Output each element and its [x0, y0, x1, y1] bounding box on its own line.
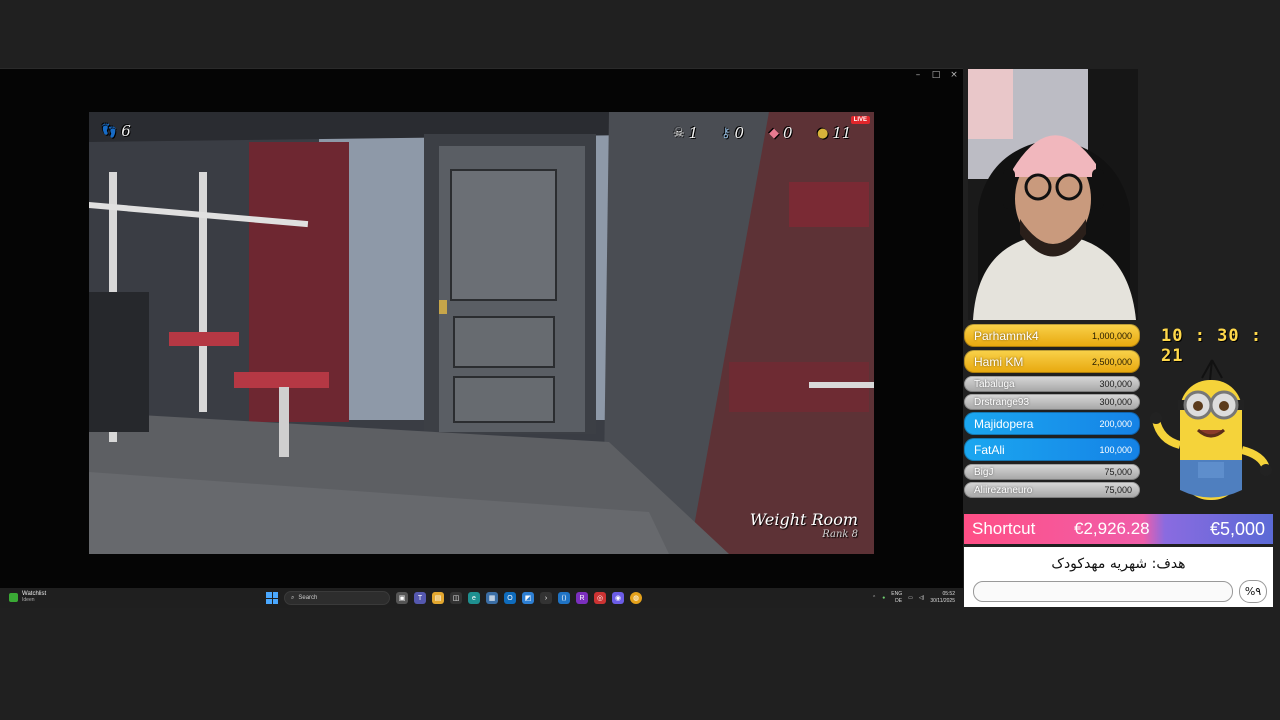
donor-amount: 200,000 [1099, 418, 1132, 429]
microphone-icon[interactable]: ● [882, 595, 885, 601]
widget-subtitle: Ideen [22, 597, 35, 603]
donor-amount: 300,000 [1099, 379, 1132, 389]
lang-bottom: DE [895, 598, 903, 604]
leaderboard-row: Majidopera 200,000 [964, 412, 1140, 435]
room-rank: Rank 8 [822, 529, 858, 540]
network-icon[interactable]: ▭ [908, 595, 913, 601]
start-icon[interactable] [266, 592, 278, 604]
lang-top: ENG [891, 591, 903, 597]
key-icon: ⚷ [721, 125, 731, 141]
outlook-icon[interactable]: O [504, 592, 516, 604]
hud-skulls: ☠ 1 [673, 124, 698, 142]
window-controls: – □ × [913, 70, 959, 80]
recorder-icon[interactable]: ◎ [594, 592, 606, 604]
chrome-icon[interactable]: ◍ [630, 592, 642, 604]
room-label: Weight Room Rank 8 [750, 510, 858, 540]
volume-icon[interactable]: ◁) [919, 595, 925, 601]
donor-amount: 2,500,000 [1091, 356, 1132, 367]
tray-date: 30/11/2025 [930, 598, 955, 604]
donor-leaderboard: Parhammk4 1,000,000 Hami KM 2,500,000 Ta… [964, 324, 1140, 500]
webcam-image [968, 69, 1138, 320]
taskbar-widget[interactable]: Watchlist Ideen [9, 591, 46, 603]
screen: – □ × 👣 6 ☠ 1 ⚷ 0 ◆ 0 ● 11 LIVE Weight R… [0, 0, 1280, 720]
donation-current: €2,926.28 [1074, 519, 1150, 538]
taskbar-search[interactable]: ⌕ Search [284, 591, 390, 605]
webcam-feed [968, 69, 1138, 320]
donor-name: FatAli [974, 442, 1005, 457]
room-name: Weight Room [749, 510, 858, 529]
donation-goal-bar: Shortcut €2,926.28 €5,000 [964, 514, 1273, 544]
leaderboard-row: Hami KM 2,500,000 [964, 350, 1140, 373]
app-icon[interactable]: ◩ [522, 592, 534, 604]
hud-footsteps: 👣 6 [101, 122, 131, 140]
close-button[interactable]: × [949, 70, 959, 80]
terminal-icon[interactable]: › [540, 592, 552, 604]
hud-gems: ◆ 0 [769, 124, 793, 142]
donor-name: Hami KM [974, 354, 1024, 369]
footsteps-count: 6 [121, 122, 131, 140]
maximize-button[interactable]: □ [931, 70, 941, 80]
donor-amount: 1,000,000 [1091, 330, 1132, 341]
minimize-button[interactable]: – [913, 70, 923, 80]
chevron-up-icon[interactable]: ⌃ [872, 595, 876, 601]
search-placeholder: Search [298, 595, 318, 601]
rider-icon[interactable]: R [576, 592, 588, 604]
donor-name: Parhammk4 [974, 328, 1039, 343]
edge-icon[interactable]: e [468, 592, 480, 604]
photos-icon[interactable]: ▦ [486, 592, 498, 604]
coin-icon: ● [817, 125, 829, 141]
footsteps-icon: 👣 [101, 123, 118, 139]
live-badge: LIVE [850, 116, 870, 124]
coin-count: 11 [832, 124, 852, 142]
skull-icon: ☠ [673, 125, 685, 141]
leaderboard-row: Drstrange93 300,000 [964, 394, 1140, 410]
door-handle [439, 300, 447, 314]
leaderboard-row: FatAli 100,000 [964, 438, 1140, 461]
hud-coins: ● 11 [817, 124, 851, 142]
task-view-icon[interactable]: ▣ [396, 592, 408, 604]
leaderboard-row: Tabaluga 300,000 [964, 376, 1140, 392]
language-indicator[interactable]: ENG DE [891, 591, 902, 605]
gem-count: 0 [783, 124, 793, 142]
donor-name: Aliirezaneuro [974, 484, 1033, 496]
goal-box: هدف: شهریه مهدکودک %۹ [964, 547, 1273, 607]
donor-name: BigJ [974, 466, 994, 478]
discord-icon[interactable]: ◉ [612, 592, 624, 604]
tray-time: 05:52 [942, 591, 955, 597]
file-explorer-icon[interactable]: ▤ [432, 592, 444, 604]
donor-name: Tabaluga [974, 378, 1015, 390]
donor-amount: 75,000 [1104, 485, 1132, 495]
game-viewport[interactable]: 👣 6 ☠ 1 ⚷ 0 ◆ 0 ● 11 LIVE Weight Room Ra… [89, 112, 874, 554]
leaderboard-row: Aliirezaneuro 75,000 [964, 482, 1140, 498]
store-icon[interactable]: ◫ [450, 592, 462, 604]
key-count: 0 [734, 124, 745, 142]
taskbar: Watchlist Ideen ⌕ Search ▣ T ▤ ◫ e ▦ O ◩… [0, 588, 963, 608]
hud-keys: ⚷ 0 [721, 124, 744, 142]
goal-percent: %۹ [1239, 580, 1267, 603]
donation-label: Shortcut [972, 519, 1036, 538]
donor-amount: 75,000 [1104, 467, 1132, 477]
leaderboard-row: BigJ 75,000 [964, 464, 1140, 480]
clock-tray[interactable]: 05:52 30/11/2025 [930, 591, 955, 605]
gem-icon: ◆ [769, 125, 779, 141]
system-tray: ⌃ ● ENG DE ▭ ◁) 05:52 30/11/2025 [872, 591, 955, 605]
donor-amount: 300,000 [1099, 397, 1132, 407]
donation-goal: €5,000 [1209, 518, 1265, 539]
donor-name: Drstrange93 [974, 396, 1030, 408]
leaderboard-row: Parhammk4 1,000,000 [964, 324, 1140, 347]
skull-count: 1 [688, 124, 699, 142]
minion-mascot [1150, 359, 1272, 500]
goal-progress-bar [973, 581, 1233, 602]
vscode-icon[interactable]: ⟨⟩ [558, 592, 570, 604]
search-icon: ⌕ [291, 594, 295, 601]
teams-icon[interactable]: T [414, 592, 426, 604]
donor-amount: 100,000 [1099, 444, 1132, 455]
taskbar-apps: ⌕ Search ▣ T ▤ ◫ e ▦ O ◩ › ⟨⟩ R ◎ ◉ ◍ [266, 591, 642, 605]
watchlist-icon [9, 592, 18, 602]
goal-text: هدف: شهریه مهدکودک [1051, 556, 1186, 572]
donor-name: Majidopera [974, 416, 1034, 431]
game-scene [89, 112, 874, 554]
